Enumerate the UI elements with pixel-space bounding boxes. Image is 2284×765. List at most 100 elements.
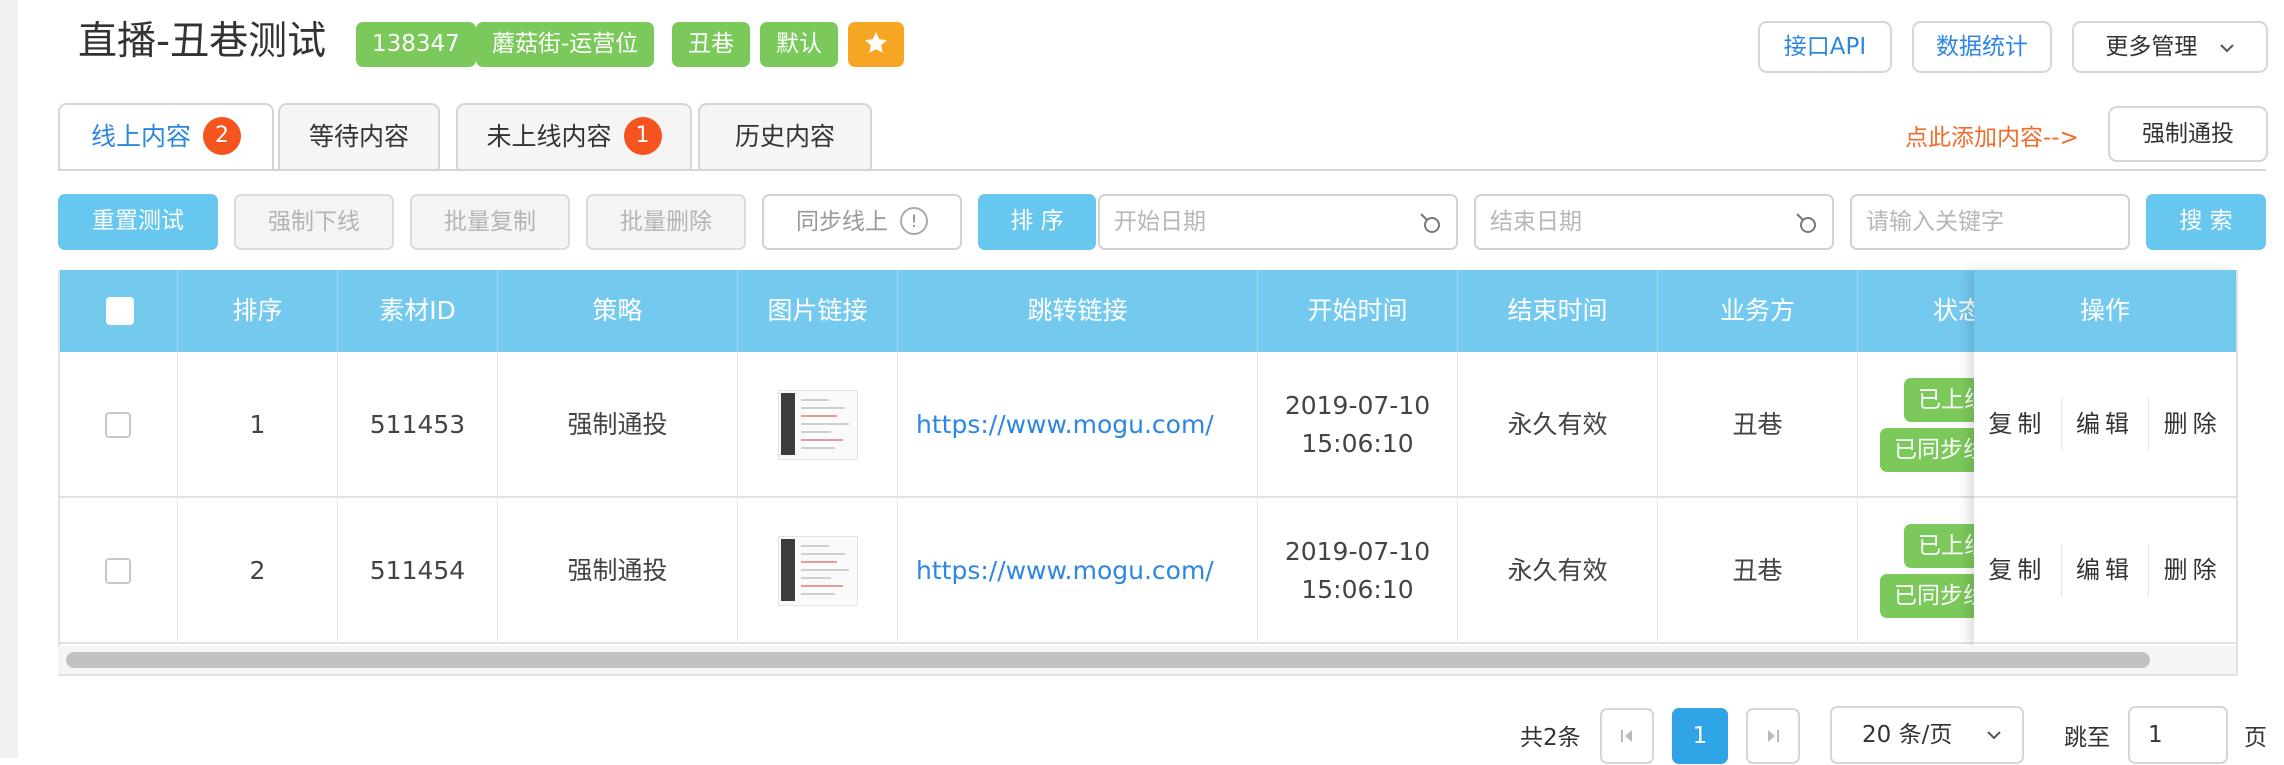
tag-business: 丑巷 — [672, 22, 750, 67]
keyword-placeholder: 请输入关键字 — [1866, 209, 2004, 235]
column-header[interactable]: 业务方 — [1658, 270, 1858, 352]
order-cell: 1 — [178, 352, 338, 498]
reset-test-button[interactable]: 重置测试 — [58, 194, 218, 250]
star-icon — [865, 31, 887, 53]
order-cell: 2 — [178, 498, 338, 644]
actions-row: 复制 编辑 删除 — [1974, 498, 2236, 644]
table-border-right — [2236, 270, 2238, 676]
next-icon — [1768, 730, 1779, 742]
next-page-button[interactable] — [1746, 708, 1800, 764]
start-time-cell: 2019-07-10 15:06:10 — [1258, 352, 1458, 498]
row-checkbox[interactable] — [104, 558, 131, 584]
tab-history[interactable]: 历史内容 — [698, 103, 872, 169]
prev-page-button[interactable] — [1600, 708, 1654, 764]
prev-icon — [1621, 730, 1632, 742]
jump-link[interactable]: https://www.mogu.com/ — [898, 352, 1258, 498]
sort-button[interactable]: 排 序 — [978, 194, 1096, 250]
actions-row: 复制 编辑 删除 — [1974, 352, 2236, 498]
column-header[interactable]: 排序 — [178, 270, 338, 352]
tab-label: 历史内容 — [734, 122, 835, 151]
tab-online[interactable]: 线上内容 2 — [58, 103, 274, 171]
end-date-placeholder: 结束日期 — [1490, 209, 1582, 235]
material-id-cell: 511453 — [338, 352, 498, 498]
image-cell — [738, 498, 898, 644]
page-size-value: 20 条/页 — [1862, 722, 1953, 748]
table-header: 排序 素材ID 策略 图片链接 跳转链接 开始时间 结束时间 业务方 状态 — [58, 270, 2236, 352]
star-button[interactable] — [848, 22, 904, 67]
delete-button[interactable]: 删除 — [2149, 398, 2236, 450]
table-border-left — [58, 270, 60, 676]
edit-button[interactable]: 编辑 — [2062, 398, 2150, 450]
start-date-placeholder: 开始日期 — [1114, 209, 1206, 235]
image-cell — [738, 352, 898, 498]
tag-default: 默认 — [760, 22, 838, 67]
tab-label: 线上内容 — [90, 122, 191, 151]
row-checkbox-cell — [58, 352, 178, 498]
column-header[interactable]: 图片链接 — [738, 270, 898, 352]
more-management-label: 更多管理 — [2105, 34, 2198, 60]
copy-button[interactable]: 复制 — [1974, 398, 2062, 450]
horizontal-scrollbar-thumb[interactable] — [66, 652, 2150, 668]
strategy-cell: 强制通投 — [498, 498, 738, 644]
column-header[interactable]: 策略 — [498, 270, 738, 352]
jump-label: 跳至 — [2064, 725, 2110, 751]
tab-not-online[interactable]: 未上线内容 1 — [456, 103, 692, 169]
count-badge: 1 — [623, 117, 662, 155]
force-offline-button[interactable]: 强制下线 — [234, 194, 394, 250]
row-checkbox[interactable] — [104, 412, 131, 438]
start-date-input[interactable]: 开始日期 — [1098, 194, 1458, 250]
tag-position: 蘑菇街-运营位 — [476, 22, 655, 67]
header-checkbox-cell — [58, 270, 178, 352]
force-push-button[interactable]: 强制通投 — [2108, 106, 2268, 162]
page-word: 页 — [2244, 725, 2267, 751]
start-time-text: 15:06:10 — [1301, 575, 1414, 604]
jump-page-input[interactable]: 1 — [2128, 706, 2228, 764]
column-header: 操作 — [1974, 270, 2236, 352]
help-icon[interactable]: ! — [900, 206, 928, 235]
column-header[interactable]: 结束时间 — [1458, 270, 1658, 352]
sync-online-button[interactable]: 同步线上! — [762, 194, 962, 250]
add-content-hint[interactable]: 点此添加内容--> — [1905, 118, 2079, 152]
business-cell: 丑巷 — [1658, 352, 1858, 498]
column-header[interactable]: 素材ID — [338, 270, 498, 352]
end-time-cell: 永久有效 — [1458, 498, 1658, 644]
select-all-checkbox[interactable] — [106, 297, 134, 325]
current-page[interactable]: 1 — [1672, 708, 1728, 764]
image-thumbnail[interactable] — [777, 536, 858, 606]
sync-online-label: 同步线上 — [796, 209, 888, 235]
end-time-cell: 永久有效 — [1458, 352, 1658, 498]
clock-icon — [1420, 213, 1440, 233]
table-row: 2 511454 强制通投 https://www.mogu.com/ 2019… — [58, 498, 2236, 644]
left-gutter — [0, 0, 18, 758]
end-date-input[interactable]: 结束日期 — [1474, 194, 1834, 250]
stats-button[interactable]: 数据统计 — [1912, 21, 2052, 73]
chevron-down-icon — [1987, 731, 2001, 740]
more-management-dropdown[interactable]: 更多管理 — [2072, 21, 2268, 73]
total-count: 共2条 — [1520, 725, 1581, 751]
search-button[interactable]: 搜 索 — [2146, 194, 2266, 250]
batch-copy-button[interactable]: 批量复制 — [410, 194, 570, 250]
start-date-text: 2019-07-10 — [1284, 391, 1431, 420]
jump-link[interactable]: https://www.mogu.com/ — [898, 498, 1258, 644]
column-header[interactable]: 开始时间 — [1258, 270, 1458, 352]
column-header[interactable]: 跳转链接 — [898, 270, 1258, 352]
image-thumbnail[interactable] — [777, 390, 858, 460]
page-size-select[interactable]: 20 条/页 — [1830, 706, 2024, 764]
edit-button[interactable]: 编辑 — [2062, 544, 2150, 596]
batch-delete-button[interactable]: 批量删除 — [586, 194, 746, 250]
start-time-text: 15:06:10 — [1301, 429, 1414, 458]
count-badge: 2 — [203, 117, 241, 155]
material-id-cell: 511454 — [338, 498, 498, 644]
business-cell: 丑巷 — [1658, 498, 1858, 644]
tab-waiting[interactable]: 等待内容 — [278, 103, 440, 169]
api-button[interactable]: 接口API — [1758, 21, 1892, 73]
tag-id: 138347 — [356, 22, 476, 67]
keyword-input[interactable]: 请输入关键字 — [1850, 194, 2130, 250]
tab-divider — [58, 169, 2266, 171]
start-time-cell: 2019-07-10 15:06:10 — [1258, 498, 1458, 644]
table-row: 1 511453 强制通投 https://www.mogu.com/ 2019… — [58, 352, 2236, 498]
copy-button[interactable]: 复制 — [1974, 544, 2062, 596]
delete-button[interactable]: 删除 — [2149, 544, 2236, 596]
clock-icon — [1796, 213, 1816, 233]
tab-label: 未上线内容 — [486, 122, 612, 151]
